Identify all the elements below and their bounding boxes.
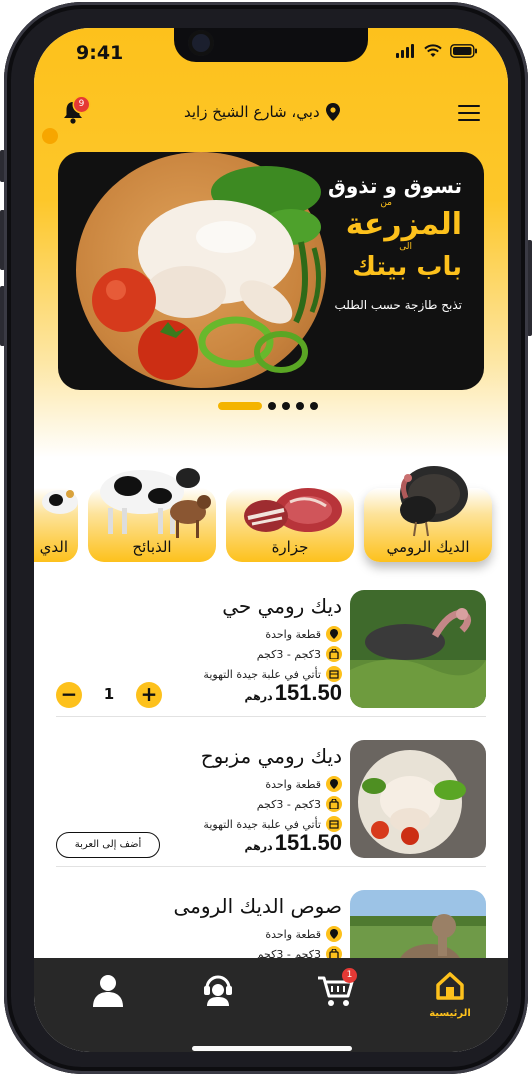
banner-line-1: تسوق و تذوق bbox=[327, 174, 462, 198]
product-attr-pieces: قطعة واحدة bbox=[265, 776, 342, 792]
product-card[interactable]: ديك رومي حي قطعة واحدة 3كجم - 3كجم تأتي … bbox=[34, 590, 508, 720]
add-to-cart-button[interactable]: أضف إلى العربة bbox=[56, 832, 160, 858]
battery-icon bbox=[450, 44, 477, 58]
notch bbox=[174, 28, 368, 62]
menu-icon bbox=[458, 105, 480, 107]
product-attr-pieces: قطعة واحدة bbox=[265, 926, 342, 942]
banner-text: تسوق و تذوق من المزرعة الى باب بيتك تذبح… bbox=[282, 174, 462, 312]
partial-category-image bbox=[42, 490, 78, 514]
location-text: دبي، شارع الشيخ زايد bbox=[184, 103, 320, 121]
product-card[interactable]: ديك رومي مزبوح قطعة واحدة 3كجم - 3كجم تأ… bbox=[34, 740, 508, 870]
decrease-button[interactable]: − bbox=[56, 682, 82, 708]
menu-button[interactable] bbox=[458, 105, 480, 123]
live-turkey-photo bbox=[350, 590, 486, 708]
nav-profile[interactable] bbox=[78, 972, 138, 1022]
nav-support[interactable] bbox=[188, 972, 248, 1022]
decorative-dot bbox=[42, 128, 58, 144]
wifi-icon bbox=[424, 44, 442, 57]
pin-icon bbox=[326, 626, 342, 642]
banner-line-3: باب بيتك bbox=[352, 252, 462, 282]
product-name: ديك رومي مزبوح bbox=[200, 744, 342, 768]
category-turkey[interactable]: الديك الرومي bbox=[364, 466, 492, 562]
product-price: 151.50 درهم bbox=[244, 680, 342, 705]
category-label: الديك الرومي bbox=[386, 538, 470, 556]
signal-icon bbox=[396, 44, 414, 58]
top-bar: 9 دبي، شارع الشيخ زايد bbox=[34, 97, 508, 132]
carousel-dot[interactable] bbox=[310, 402, 318, 410]
product-price: 151.50 درهم bbox=[244, 830, 342, 855]
bag-icon bbox=[326, 646, 342, 662]
quantity-value: 1 bbox=[103, 685, 115, 703]
home-icon bbox=[436, 972, 464, 1000]
location-pin-icon bbox=[325, 103, 340, 121]
product-name: ديك رومي حي bbox=[222, 594, 342, 618]
carousel-dot[interactable] bbox=[282, 402, 290, 410]
nav-home[interactable]: الرئيسية bbox=[420, 972, 480, 1022]
pin-icon bbox=[326, 926, 342, 942]
product-attr-weight: 3كجم - 3كجم bbox=[257, 796, 342, 812]
product-image bbox=[350, 740, 486, 858]
status-time: 9:41 bbox=[76, 42, 124, 64]
carousel-dot-active[interactable] bbox=[218, 402, 262, 410]
phone-frame: 9:41 9 دبي، شارع الشيخ زايد تسوق و تذوق … bbox=[4, 2, 528, 1074]
category-partial[interactable]: الدي bbox=[34, 488, 78, 562]
banner-small-2: الى bbox=[399, 242, 412, 252]
category-label: الذبائح bbox=[132, 538, 172, 556]
carousel-indicator bbox=[218, 402, 318, 410]
product-attr-pieces: قطعة واحدة bbox=[265, 626, 342, 642]
product-attr-weight: 3كجم - 3كجم bbox=[257, 646, 342, 662]
cow-goat-image bbox=[100, 468, 211, 538]
divider bbox=[56, 866, 486, 867]
location-selector[interactable]: دبي، شارع الشيخ زايد bbox=[184, 103, 340, 121]
divider bbox=[56, 716, 486, 717]
product-image bbox=[350, 590, 486, 708]
category-label: الدي bbox=[39, 538, 68, 556]
category-label: جزارة bbox=[271, 538, 309, 556]
banner-line-2: المزرعة bbox=[345, 207, 462, 242]
carousel-dot[interactable] bbox=[268, 402, 276, 410]
slaughtered-turkey-photo bbox=[350, 740, 486, 858]
meat-image bbox=[244, 488, 342, 532]
nav-home-label: الرئيسية bbox=[429, 1008, 471, 1019]
category-list: الديك الرومي جزارة الذبائح الدي bbox=[34, 458, 508, 568]
pin-icon bbox=[326, 776, 342, 792]
cart-badge: 1 bbox=[342, 968, 357, 983]
product-name: صوص الديك الرومى bbox=[173, 894, 342, 918]
promo-banner[interactable]: تسوق و تذوق من المزرعة الى باب بيتك تذبح… bbox=[58, 152, 484, 390]
bag-icon bbox=[326, 796, 342, 812]
bottom-navigation: 1 الرئيسية bbox=[34, 958, 508, 1052]
camera bbox=[188, 30, 214, 56]
user-icon bbox=[93, 975, 123, 1007]
category-slaughter[interactable]: الذبائح bbox=[88, 468, 216, 562]
support-icon bbox=[204, 975, 232, 1006]
banner-line-4: تذبح طازجة حسب الطلب bbox=[334, 298, 462, 312]
carousel-dot[interactable] bbox=[296, 402, 304, 410]
status-icons bbox=[396, 44, 478, 58]
increase-button[interactable]: + bbox=[136, 682, 162, 708]
quantity-stepper: − 1 + bbox=[56, 682, 162, 708]
home-indicator[interactable] bbox=[192, 1046, 352, 1051]
app-screen: 9:41 9 دبي، شارع الشيخ زايد تسوق و تذوق … bbox=[34, 28, 508, 1052]
notification-badge: 9 bbox=[74, 97, 89, 112]
category-butchery[interactable]: جزارة bbox=[226, 488, 354, 562]
turkey-image bbox=[400, 466, 468, 537]
nav-cart[interactable]: 1 bbox=[310, 968, 370, 1022]
